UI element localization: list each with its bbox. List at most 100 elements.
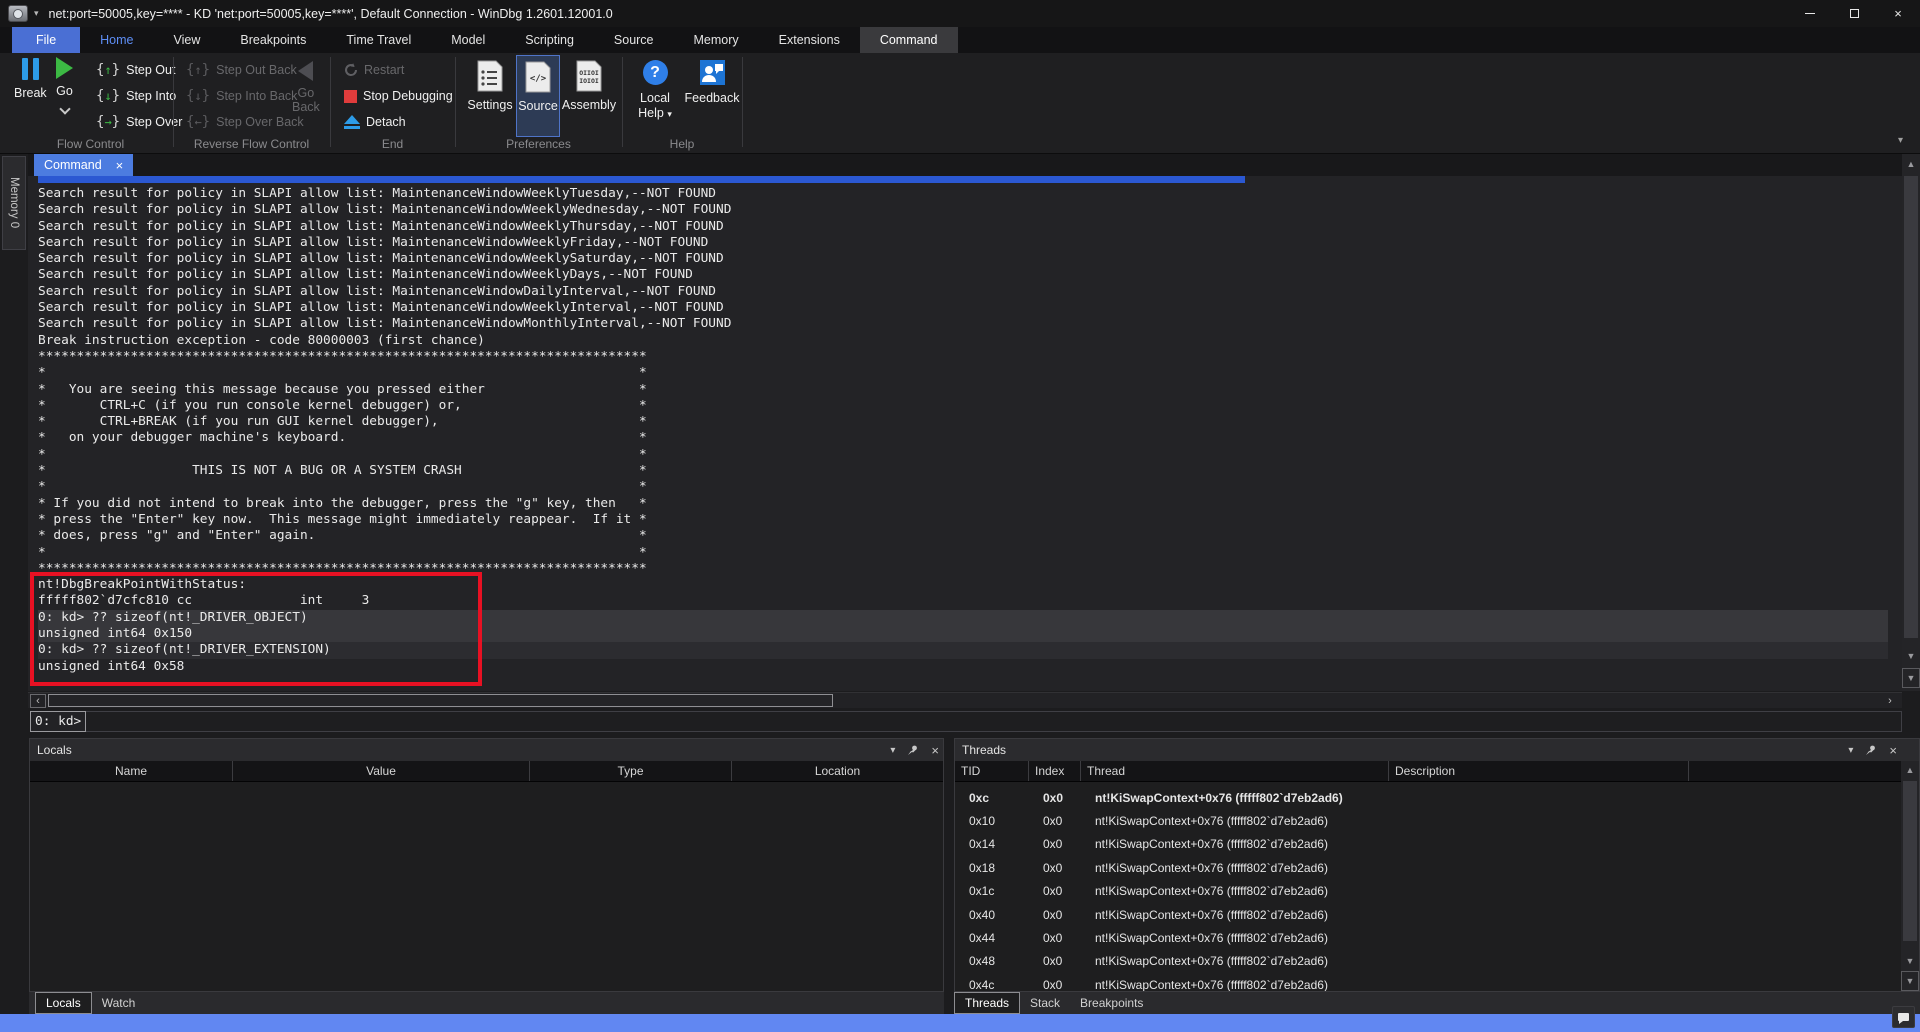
close-panel-icon[interactable]: × <box>931 743 939 758</box>
column-header-spacer <box>1689 761 1901 781</box>
scrollbar-thumb[interactable] <box>1903 781 1917 941</box>
scroll-left-icon[interactable]: ‹ <box>30 694 46 708</box>
tab-stack[interactable]: Stack <box>1020 992 1070 1014</box>
close-panel-icon[interactable]: × <box>1889 743 1897 758</box>
console-line: ****************************************… <box>38 349 1888 365</box>
ribbon: Break Go {↑} Step Out {↓} Step Into {→} … <box>0 53 1920 154</box>
thread-cell-spacer <box>1689 809 1901 832</box>
step-into-icon: {↓} <box>96 88 120 104</box>
step-over-button[interactable]: {→} Step Over <box>96 111 182 133</box>
console-line: Search result for policy in SLAPI allow … <box>38 284 1888 300</box>
feedback-button[interactable]: Feedback <box>684 55 740 137</box>
scrollbar-thumb[interactable] <box>1904 176 1918 638</box>
menu-tab-breakpoints[interactable]: Breakpoints <box>220 27 326 53</box>
scroll-bottom-icon[interactable]: ▼ <box>1901 971 1919 991</box>
notification-corner-icon[interactable] <box>1892 1006 1915 1028</box>
console-vertical-scrollbar[interactable]: ▲ ▼ ▼ <box>1902 154 1920 691</box>
column-header-value[interactable]: Value <box>233 761 530 781</box>
console-line: * does, press "g" and "Enter" again. * <box>38 528 1888 544</box>
go-button[interactable]: Go <box>56 57 73 113</box>
panel-menu-chevron-icon[interactable]: ▾ <box>1848 745 1853 756</box>
thread-row[interactable]: 0x480x0nt!KiSwapContext+0x76 (fffff802`d… <box>955 950 1901 973</box>
stop-debugging-button[interactable]: Stop Debugging <box>344 85 453 107</box>
console-horizontal-scrollbar[interactable]: ‹ › <box>28 692 1902 708</box>
command-input-row: 0: kd> <box>30 711 1902 732</box>
settings-button[interactable]: Settings <box>465 55 515 137</box>
ribbon-collapse-chevron-icon[interactable]: ▾ <box>1898 135 1903 146</box>
hscrollbar-thumb[interactable] <box>48 694 833 707</box>
thread-cell-spacer <box>1689 856 1901 879</box>
step-over-back-button[interactable]: {←} Step Over Back <box>186 111 304 133</box>
kd-prompt: 0: kd> <box>30 711 86 732</box>
menu-tab-source[interactable]: Source <box>594 27 674 53</box>
pin-icon[interactable] <box>907 744 919 756</box>
go-back-button[interactable]: GoBack <box>292 61 320 114</box>
thread-row[interactable]: 0x180x0nt!KiSwapContext+0x76 (fffff802`d… <box>955 856 1901 879</box>
assembly-button[interactable]: OIIOI IOIOI Assembly <box>561 55 617 137</box>
group-label-end: End <box>330 137 455 151</box>
step-out-back-button[interactable]: {↑} Step Out Back <box>186 59 297 81</box>
tab-locals[interactable]: Locals <box>35 992 92 1014</box>
menu-tab-view[interactable]: View <box>154 27 221 53</box>
step-into-back-button[interactable]: {↓} Step Into Back <box>186 85 297 107</box>
command-pane-tab[interactable]: Command × <box>34 154 133 176</box>
local-help-button[interactable]: ? LocalHelp ▾ <box>632 55 678 137</box>
menu-tab-scripting[interactable]: Scripting <box>505 27 594 53</box>
tab-watch[interactable]: Watch <box>92 992 146 1014</box>
console-line: Search result for policy in SLAPI allow … <box>38 300 1888 316</box>
console-line: * on your debugger machine's keyboard. * <box>38 430 1888 446</box>
console-line: Search result for policy in SLAPI allow … <box>38 251 1888 267</box>
thread-row[interactable]: 0x1c0x0nt!KiSwapContext+0x76 (fffff802`d… <box>955 880 1901 903</box>
minimize-button[interactable] <box>1788 0 1832 27</box>
scroll-up-icon[interactable]: ▲ <box>1901 762 1919 778</box>
thread-cell-index: 0x0 <box>1029 786 1081 809</box>
detach-button[interactable]: Detach <box>344 111 406 133</box>
pin-icon[interactable] <box>1865 744 1877 756</box>
restart-button[interactable]: Restart <box>344 59 404 81</box>
scroll-right-icon[interactable]: › <box>1882 694 1898 708</box>
thread-row[interactable]: 0x100x0nt!KiSwapContext+0x76 (fffff802`d… <box>955 809 1901 832</box>
thread-cell-index: 0x0 <box>1029 833 1081 856</box>
step-into-button[interactable]: {↓} Step Into <box>96 85 176 107</box>
menu-tab-file[interactable]: File <box>12 27 80 53</box>
threads-vertical-scrollbar[interactable]: ▲ ▼ ▼ <box>1901 761 1919 991</box>
scroll-up-icon[interactable]: ▲ <box>1902 156 1920 172</box>
column-header-location[interactable]: Location <box>732 761 943 781</box>
threads-panel-title: Threads <box>962 743 1006 757</box>
break-button[interactable]: Break <box>14 57 47 100</box>
thread-cell-tid: 0x1c <box>955 880 1029 903</box>
maximize-button[interactable] <box>1832 0 1876 27</box>
scroll-down-icon[interactable]: ▼ <box>1901 953 1919 969</box>
column-header-description[interactable]: Description <box>1389 761 1689 781</box>
menu-tab-command[interactable]: Command <box>860 27 958 53</box>
command-console[interactable]: Search result for policy in SLAPI allow … <box>28 176 1902 691</box>
column-header-name[interactable]: Name <box>30 761 233 781</box>
panel-menu-chevron-icon[interactable]: ▾ <box>890 745 895 756</box>
close-button[interactable]: × <box>1876 0 1920 27</box>
scroll-bottom-icon[interactable]: ▼ <box>1902 668 1920 688</box>
close-tab-icon[interactable]: × <box>116 158 124 173</box>
menu-tab-model[interactable]: Model <box>431 27 505 53</box>
column-header-thread[interactable]: Thread <box>1081 761 1389 781</box>
source-button[interactable]: </> Source <box>516 55 560 137</box>
tab-threads[interactable]: Threads <box>954 992 1020 1014</box>
menu-tab-home[interactable]: Home <box>80 27 153 53</box>
menu-tab-time-travel[interactable]: Time Travel <box>326 27 431 53</box>
column-header-tid[interactable]: TID <box>955 761 1029 781</box>
column-header-type[interactable]: Type <box>530 761 732 781</box>
thread-row[interactable]: 0x400x0nt!KiSwapContext+0x76 (fffff802`d… <box>955 903 1901 926</box>
memory-pane-tab[interactable]: Memory 0 <box>2 156 26 250</box>
menu-tab-extensions[interactable]: Extensions <box>759 27 860 53</box>
thread-row[interactable]: 0x440x0nt!KiSwapContext+0x76 (fffff802`d… <box>955 926 1901 949</box>
thread-row[interactable]: 0x4c0x0nt!KiSwapContext+0x76 (fffff802`d… <box>955 973 1901 991</box>
tab-breakpoints[interactable]: Breakpoints <box>1070 992 1153 1014</box>
menu-tab-memory[interactable]: Memory <box>674 27 759 53</box>
step-out-button[interactable]: {↑} Step Out <box>96 59 175 81</box>
thread-row[interactable]: 0xc0x0nt!KiSwapContext+0x76 (fffff802`d7… <box>955 786 1901 809</box>
scroll-down-icon[interactable]: ▼ <box>1902 648 1920 664</box>
quick-access-caret-icon[interactable]: ▾ <box>34 8 39 19</box>
thread-row[interactable]: 0x140x0nt!KiSwapContext+0x76 (fffff802`d… <box>955 833 1901 856</box>
command-input[interactable] <box>86 711 1902 732</box>
column-header-index[interactable]: Index <box>1029 761 1081 781</box>
step-out-back-icon: {↑} <box>186 62 210 78</box>
